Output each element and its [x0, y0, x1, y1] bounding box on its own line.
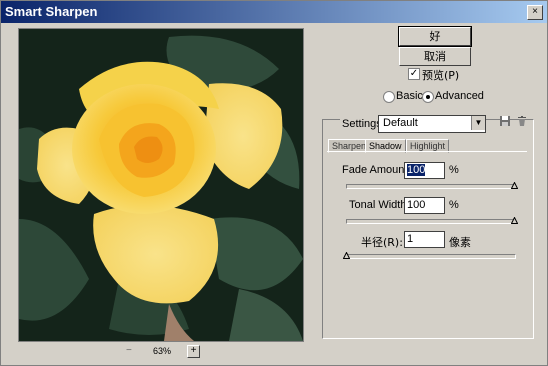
basic-radio[interactable] — [383, 91, 395, 103]
zoom-level: 63% — [153, 346, 172, 356]
basic-radio-label: Basic — [396, 90, 423, 102]
fade-amount-label: Fade Amount: — [342, 164, 411, 176]
preview-checkbox[interactable]: ✓ — [408, 68, 420, 80]
advanced-radio[interactable] — [422, 91, 434, 103]
zoom-out-button[interactable]: − — [126, 345, 132, 356]
fade-amount-slider[interactable] — [346, 184, 516, 189]
tonal-width-label: Tonal Width: — [349, 199, 410, 211]
chevron-down-icon: ▼ — [471, 116, 485, 130]
smart-sharpen-dialog: Smart Sharpen × − 63% + 好 取消 ✓ 预览(P) Bas… — [0, 0, 548, 366]
window-title: Smart Sharpen — [5, 4, 98, 19]
fade-amount-slider-thumb[interactable] — [511, 182, 518, 189]
tonal-width-input[interactable]: 100 — [404, 197, 445, 214]
rose-photo — [19, 29, 303, 341]
tonal-width-slider-thumb[interactable] — [511, 217, 518, 224]
save-settings-icon[interactable] — [498, 115, 512, 129]
settings-value: Default — [383, 117, 418, 129]
title-bar: Smart Sharpen × — [1, 1, 547, 23]
fade-amount-input[interactable]: 100 — [404, 162, 445, 179]
tonal-width-unit: % — [449, 199, 459, 211]
radius-slider[interactable] — [346, 254, 516, 259]
settings-dropdown[interactable]: Default ▼ — [378, 115, 486, 133]
cancel-button[interactable]: 取消 — [399, 47, 471, 66]
radius-slider-thumb[interactable] — [343, 252, 350, 259]
tab-divider — [327, 151, 527, 152]
zoom-in-button[interactable]: + — [187, 345, 200, 358]
close-button[interactable]: × — [527, 5, 543, 20]
fade-amount-unit: % — [449, 164, 459, 176]
preview-checkbox-label: 预览(P) — [422, 69, 460, 82]
trash-icon[interactable] — [515, 115, 529, 129]
preview-image[interactable] — [18, 28, 304, 342]
advanced-radio-label: Advanced — [435, 90, 484, 102]
tonal-width-slider[interactable] — [346, 219, 516, 224]
radius-label: 半径(R): — [361, 236, 403, 249]
radius-input[interactable]: 1 — [404, 231, 445, 248]
radius-unit: 像素 — [449, 236, 471, 249]
ok-button[interactable]: 好 — [398, 26, 472, 47]
